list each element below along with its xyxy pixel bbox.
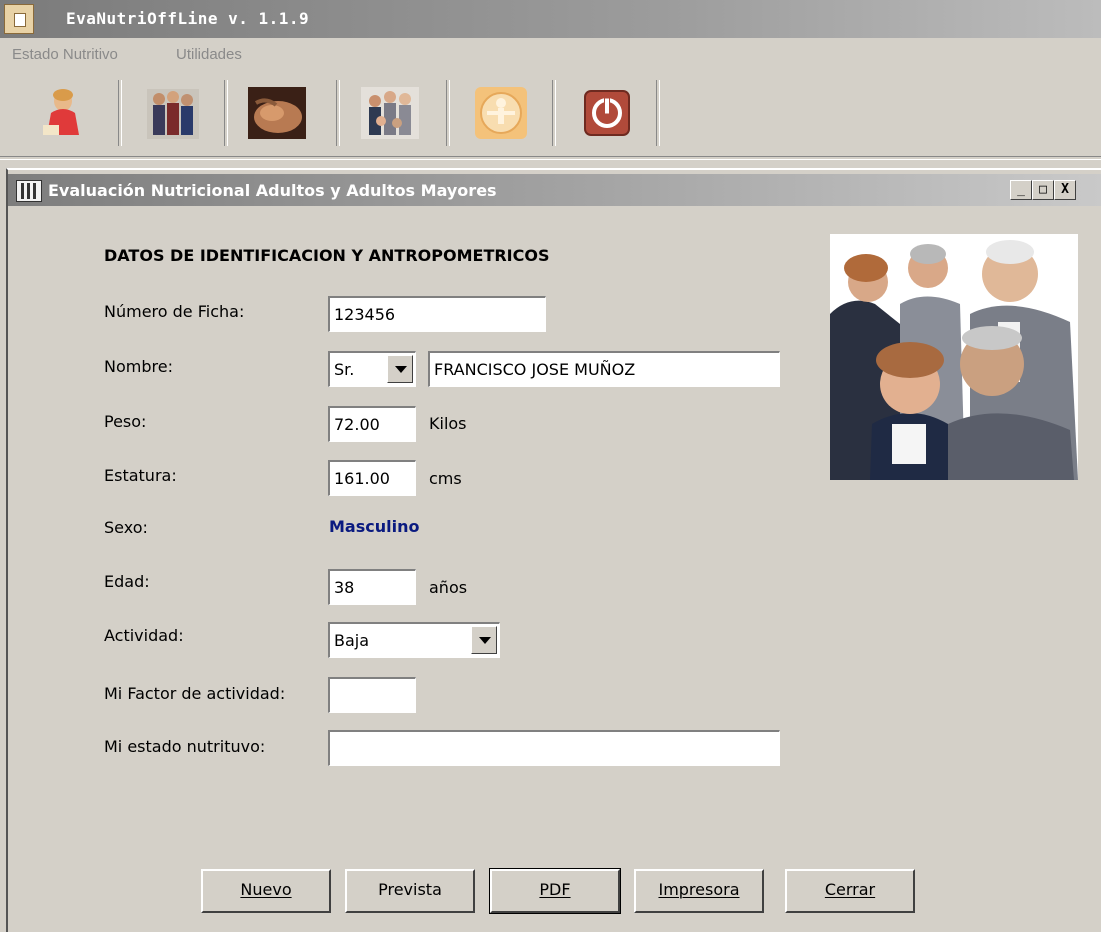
window-icon [16, 180, 42, 202]
actividad-value: Baja [334, 631, 370, 650]
toolbar-separator [656, 80, 660, 146]
form-heading: DATOS DE IDENTIFICACION Y ANTROPOMETRICO… [104, 246, 550, 265]
vitruvian-icon [475, 87, 527, 139]
toolbar-button-familia[interactable] [128, 78, 218, 148]
app-icon [4, 4, 34, 34]
impresora-label: Impresora [658, 880, 740, 899]
child-icon [33, 83, 93, 143]
menubar: Estado Nutritivo Utilidades [0, 40, 1101, 68]
minimize-button[interactable]: _ [1010, 180, 1032, 200]
toolbar-button-embarazo[interactable] [232, 78, 322, 148]
toolbar-button-salir[interactable] [562, 78, 652, 148]
nombre-field[interactable]: FRANCISCO JOSE MUÑOZ [428, 351, 780, 387]
cerrar-button[interactable]: Cerrar [785, 869, 915, 913]
label-estado: Mi estado nutrituvo: [104, 737, 266, 756]
toolbar [0, 70, 1101, 158]
seniors-photo [830, 234, 1078, 480]
label-edad: Edad: [104, 572, 150, 591]
toolbar-divider [0, 156, 1101, 160]
estatura-unit: cms [429, 469, 462, 488]
chevron-down-icon[interactable] [471, 626, 497, 654]
edad-unit: años [429, 578, 468, 597]
close-button[interactable]: X [1054, 180, 1076, 200]
app-titlebar: EvaNutriOffLine v. 1.1.9 [0, 0, 1101, 38]
label-ficha: Número de Ficha: [104, 302, 245, 321]
impresora-button[interactable]: Impresora [634, 869, 764, 913]
sexo-value: Masculino [329, 517, 420, 536]
label-actividad: Actividad: [104, 626, 184, 645]
prevista-button[interactable]: Prevista [345, 869, 475, 913]
power-icon [584, 90, 630, 136]
label-sexo: Sexo: [104, 518, 148, 537]
nuevo-label: Nuevo [240, 880, 292, 899]
peso-unit: Kilos [429, 414, 467, 433]
toolbar-button-ninos[interactable] [18, 78, 108, 148]
peso-field[interactable]: 72.00 [328, 406, 416, 442]
toolbar-button-adultos-mayores[interactable] [345, 78, 435, 148]
ficha-field[interactable]: 123456 [328, 296, 546, 332]
estado-field[interactable] [328, 730, 780, 766]
child-titlebar: Evaluación Nutricional Adultos y Adultos… [8, 174, 1101, 206]
chevron-down-icon[interactable] [387, 355, 413, 383]
tratamiento-value: Sr. [334, 360, 355, 379]
label-nombre: Nombre: [104, 357, 173, 376]
toolbar-separator [446, 80, 450, 146]
actividad-select[interactable]: Baja [328, 622, 500, 658]
edad-field[interactable]: 38 [328, 569, 416, 605]
child-title: Evaluación Nutricional Adultos y Adultos… [48, 181, 497, 200]
pdf-button[interactable]: PDF [489, 868, 621, 914]
label-factor: Mi Factor de actividad: [104, 684, 286, 703]
cerrar-label: Cerrar [824, 880, 876, 899]
tratamiento-select[interactable]: Sr. [328, 351, 416, 387]
pdf-label: PDF [539, 880, 571, 899]
menu-estado-nutritivo[interactable]: Estado Nutritivo [12, 46, 118, 63]
toolbar-separator [336, 80, 340, 146]
estatura-field[interactable]: 161.00 [328, 460, 416, 496]
toolbar-button-antropometria[interactable] [456, 78, 546, 148]
label-estatura: Estatura: [104, 466, 177, 485]
pregnancy-icon [248, 87, 306, 139]
menu-utilidades[interactable]: Utilidades [176, 46, 242, 63]
app-title: EvaNutriOffLine v. 1.1.9 [66, 9, 310, 28]
nuevo-button[interactable]: Nuevo [201, 869, 331, 913]
seniors-icon [361, 87, 419, 139]
label-peso: Peso: [104, 412, 147, 431]
toolbar-separator [118, 80, 122, 146]
factor-field[interactable] [328, 677, 416, 713]
maximize-button[interactable]: □ [1032, 180, 1054, 200]
toolbar-separator [224, 80, 228, 146]
family-icon [147, 89, 199, 139]
toolbar-separator [552, 80, 556, 146]
prevista-label: Prevista [378, 880, 442, 899]
